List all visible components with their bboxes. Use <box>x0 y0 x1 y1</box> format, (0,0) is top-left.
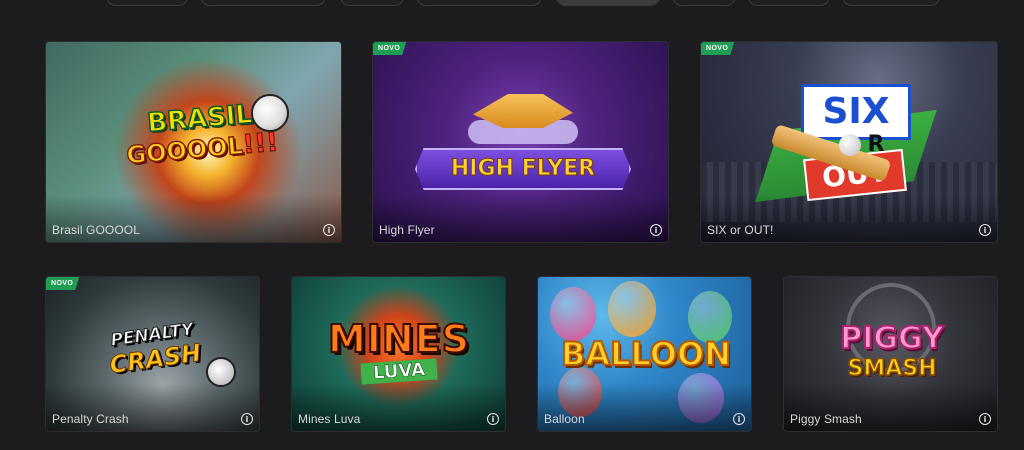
game-title: Mines Luva <box>298 412 361 426</box>
filter-pill[interactable] <box>200 0 326 6</box>
filter-pill[interactable] <box>340 0 404 6</box>
game-card-mines-luva[interactable]: MINES LUVA Mines Luva i <box>291 276 506 432</box>
balloon-shape <box>608 281 656 337</box>
info-icon[interactable]: i <box>323 224 335 236</box>
game-title: Piggy Smash <box>790 412 862 426</box>
info-icon[interactable]: i <box>487 413 499 425</box>
info-icon[interactable]: i <box>650 224 662 236</box>
game-title: High Flyer <box>379 223 435 237</box>
game-title: Balloon <box>544 412 585 426</box>
piggy-smash-logo: PIGGY SMASH <box>839 320 944 382</box>
info-icon[interactable]: i <box>979 413 991 425</box>
game-title: Brasil GOOOOL <box>52 223 140 237</box>
filter-pill[interactable] <box>748 0 830 6</box>
game-card-balloon[interactable]: BALLOON Balloon i <box>537 276 752 432</box>
balloon-shape <box>550 287 596 341</box>
game-title: Penalty Crash <box>52 412 129 426</box>
new-badge: NOVO <box>373 42 407 55</box>
game-card-six-or-out[interactable]: SIX R OUT NOVO SIX or OUT! i <box>700 41 998 243</box>
filter-pill[interactable] <box>106 0 188 6</box>
cricket-ball-icon <box>839 134 861 156</box>
high-flyer-logo: HIGH FLYER <box>415 148 631 190</box>
filter-pill[interactable] <box>672 0 736 6</box>
info-icon[interactable]: i <box>979 224 991 236</box>
new-badge: NOVO <box>701 42 735 55</box>
game-card-brasil-gooool[interactable]: BRASIL GOOOOL!!! Brasil GOOOOL i <box>45 41 342 243</box>
game-card-high-flyer[interactable]: HIGH FLYER NOVO High Flyer i <box>372 41 669 243</box>
game-card-piggy-smash[interactable]: PIGGY SMASH Piggy Smash i <box>783 276 998 432</box>
filter-pill[interactable] <box>842 0 940 6</box>
game-title: SIX or OUT! <box>707 223 774 237</box>
info-icon[interactable]: i <box>733 413 745 425</box>
six-logo: SIX <box>801 84 911 140</box>
filter-pill-active[interactable] <box>556 0 660 6</box>
info-icon[interactable]: i <box>241 413 253 425</box>
new-badge: NOVO <box>46 277 80 290</box>
balloon-logo: BALLOON <box>560 334 732 374</box>
mines-luva-logo: MINES LUVA <box>327 316 471 385</box>
filter-pill[interactable] <box>416 0 542 6</box>
soccer-ball-icon <box>251 94 289 132</box>
game-card-penalty-crash[interactable]: PENALTY CRASH NOVO Penalty Crash i <box>45 276 260 432</box>
